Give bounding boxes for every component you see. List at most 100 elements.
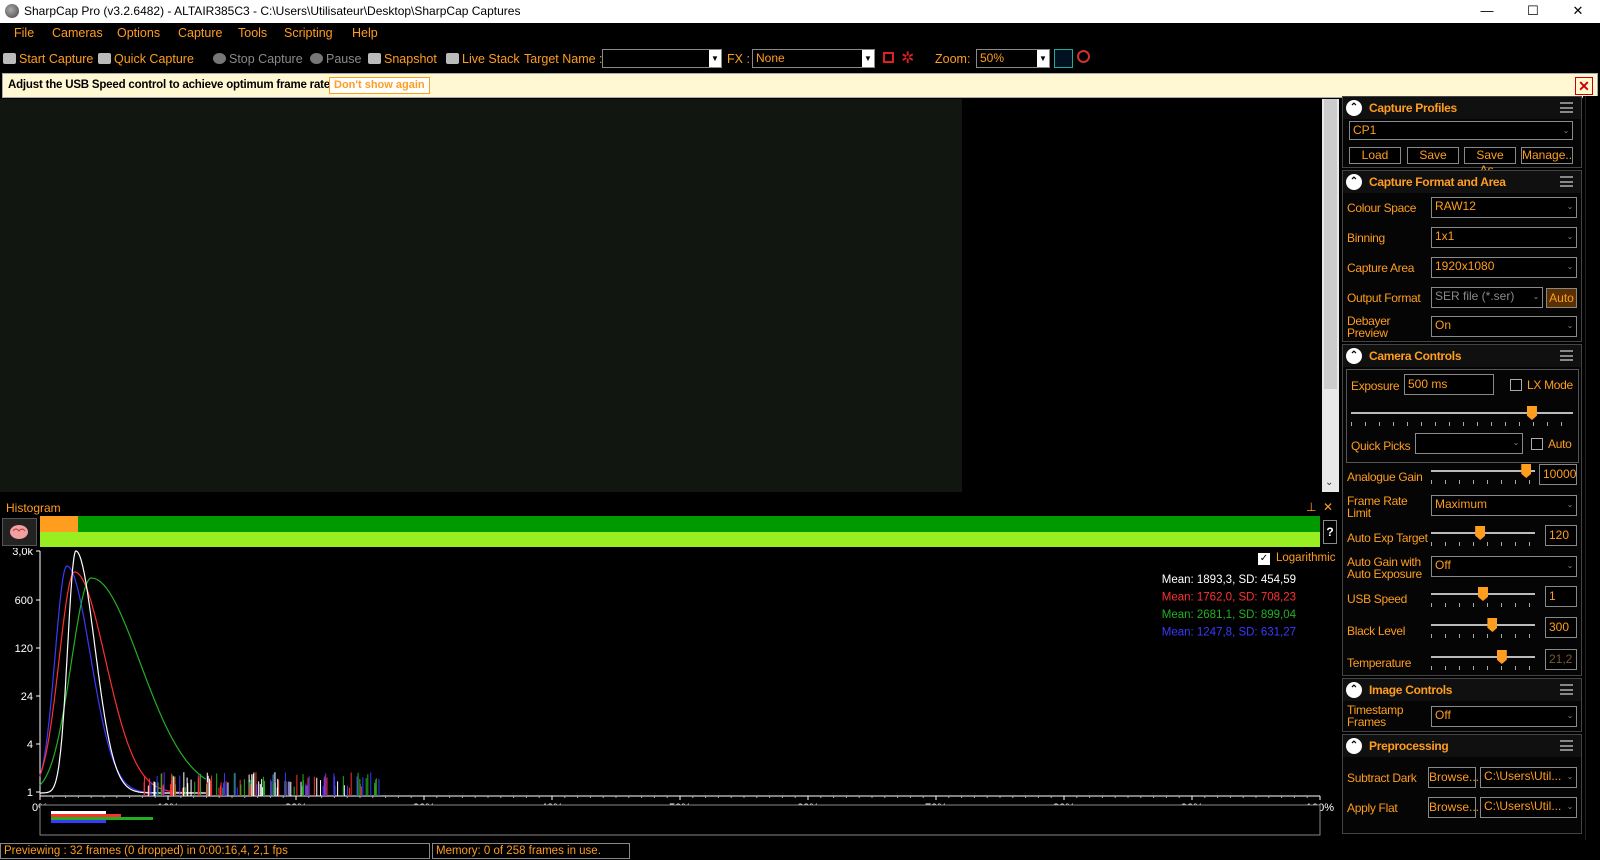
chevron-up-icon[interactable]: ⌃	[1346, 738, 1362, 754]
analogue-gain-slider[interactable]	[1431, 464, 1535, 484]
pause-button[interactable]: Pause	[310, 52, 361, 66]
exposure-slider[interactable]	[1351, 406, 1573, 426]
chevron-down-icon[interactable]: ⌄	[1564, 228, 1576, 247]
target-name-combo[interactable]: ▼	[602, 49, 722, 68]
brain-icon[interactable]	[2, 518, 37, 546]
chevron-down-icon[interactable]: ⌄	[1564, 258, 1576, 277]
chevron-down-icon[interactable]: ▼	[1037, 50, 1049, 67]
checkbox-checked-icon[interactable]: ✓	[1258, 553, 1270, 565]
menu-icon[interactable]	[1560, 102, 1573, 113]
close-notice-button[interactable]: ✕	[1575, 77, 1593, 95]
section-header[interactable]: ⌃ Camera Controls	[1343, 345, 1581, 367]
chevron-down-icon[interactable]: ⌄	[1510, 434, 1522, 453]
histogram-range-bar-top[interactable]	[40, 516, 1320, 532]
menu-cameras[interactable]: Cameras	[52, 26, 103, 40]
preview-area[interactable]	[0, 99, 1319, 492]
chevron-down-icon[interactable]: ⌄	[1564, 496, 1576, 515]
frame-rate-combo[interactable]: Maximum ⌄	[1431, 495, 1577, 516]
stop-capture-button[interactable]: Stop Capture	[213, 52, 303, 66]
histogram-selected-range[interactable]	[40, 516, 79, 532]
section-header[interactable]: ⌃ Capture Profiles	[1343, 97, 1581, 119]
slider-knob[interactable]	[1478, 587, 1488, 601]
colour-space-combo[interactable]: RAW12 ⌄	[1431, 197, 1577, 218]
profile-combo[interactable]: CP1 ⌄	[1349, 121, 1573, 140]
browse-dark-button[interactable]: Browse...	[1428, 767, 1479, 788]
usb-speed-input[interactable]: 1	[1545, 586, 1577, 607]
fx-combo[interactable]: None ▼	[752, 49, 875, 68]
minimize-button[interactable]: —	[1464, 0, 1510, 23]
output-format-combo[interactable]: SER file (*.ser) ⌄	[1431, 287, 1543, 308]
section-header[interactable]: ⌃ Capture Format and Area	[1343, 171, 1581, 193]
dont-show-again-button[interactable]: Don't show again	[329, 77, 430, 94]
save-as-button[interactable]: Save As..	[1464, 147, 1516, 177]
save-button[interactable]: Save	[1407, 147, 1459, 164]
section-header[interactable]: ⌃ Preprocessing	[1343, 735, 1581, 757]
chevron-down-icon[interactable]: ⌄	[1564, 317, 1576, 336]
histogram-range-bar-bottom[interactable]	[40, 532, 1320, 547]
analogue-gain-input[interactable]: 10000	[1539, 464, 1577, 485]
auto-exp-target-input[interactable]: 120	[1545, 525, 1577, 546]
crosshair-icon[interactable]: ✲	[901, 48, 914, 68]
close-histogram-button[interactable]: ✕	[1323, 500, 1333, 514]
usb-speed-slider[interactable]	[1431, 587, 1535, 607]
menu-icon[interactable]	[1560, 176, 1573, 187]
select-area-icon[interactable]	[883, 52, 894, 63]
histogram-toggle-icon[interactable]	[1054, 49, 1073, 68]
snapshot-button[interactable]: Snapshot	[368, 52, 437, 66]
pin-icon[interactable]: ⊥	[1306, 500, 1316, 514]
zoom-combo[interactable]: 50% ▼	[976, 49, 1050, 68]
section-header[interactable]: ⌃ Image Controls	[1343, 679, 1581, 701]
menu-icon[interactable]	[1560, 740, 1573, 751]
menu-capture[interactable]: Capture	[178, 26, 222, 40]
exposure-input[interactable]: 500 ms	[1404, 374, 1494, 395]
histogram-chart[interactable]: 3,0k60012024410%10%20%30%40%50%60%70%80%…	[0, 548, 1338, 838]
preview-vertical-scrollbar[interactable]: ⌄	[1322, 99, 1339, 492]
chevron-up-icon[interactable]: ⌃	[1346, 174, 1362, 190]
quick-picks-auto-checkbox[interactable]	[1531, 438, 1543, 450]
chevron-down-icon[interactable]: ▼	[862, 50, 874, 67]
chevron-up-icon[interactable]: ⌃	[1346, 100, 1362, 116]
dark-path-combo[interactable]: C:\Users\Util... ⌄	[1480, 767, 1577, 788]
chevron-down-icon[interactable]: ⌄	[1564, 198, 1576, 217]
binning-combo[interactable]: 1x1 ⌄	[1431, 227, 1577, 248]
slider-knob[interactable]	[1521, 464, 1532, 478]
chevron-down-icon[interactable]: ⌄	[1530, 288, 1542, 307]
auto-gain-combo[interactable]: Off ⌄	[1431, 556, 1577, 577]
chevron-down-icon[interactable]: ⌄	[1564, 798, 1576, 817]
black-level-slider[interactable]	[1431, 618, 1535, 638]
live-stack-button[interactable]: Live Stack	[446, 52, 520, 66]
maximize-button[interactable]: ☐	[1510, 0, 1556, 23]
debayer-combo[interactable]: On ⌄	[1431, 316, 1577, 337]
menu-icon[interactable]	[1560, 350, 1573, 361]
slider-knob[interactable]	[1487, 618, 1498, 632]
lx-mode-checkbox[interactable]	[1510, 379, 1522, 391]
chevron-up-icon[interactable]: ⌃	[1346, 682, 1362, 698]
chevron-down-icon[interactable]: ⌄	[1564, 768, 1576, 787]
manage-button[interactable]: Manage..	[1521, 147, 1573, 164]
start-capture-button[interactable]: Start Capture	[3, 52, 93, 66]
slider-knob[interactable]	[1526, 406, 1537, 420]
slider-knob[interactable]	[1475, 526, 1486, 540]
menu-icon[interactable]	[1560, 684, 1573, 695]
chevron-down-icon[interactable]: ⌄	[1325, 477, 1333, 488]
flat-path-combo[interactable]: C:\Users\Util... ⌄	[1480, 797, 1577, 818]
chevron-down-icon[interactable]: ⌄	[1564, 557, 1576, 576]
close-window-button[interactable]: ✕	[1555, 0, 1600, 23]
timestamp-combo[interactable]: Off ⌄	[1431, 706, 1577, 727]
quick-picks-combo[interactable]: ⌄	[1415, 433, 1523, 454]
chevron-down-icon[interactable]: ▼	[709, 50, 721, 67]
control-panel-scrollbar[interactable]	[1583, 96, 1600, 840]
auto-exp-target-slider[interactable]	[1431, 526, 1535, 546]
focus-assist-icon[interactable]	[1077, 50, 1090, 63]
scrollbar-thumb[interactable]	[1585, 96, 1598, 840]
menu-scripting[interactable]: Scripting	[284, 26, 333, 40]
menu-file[interactable]: File	[14, 26, 34, 40]
chevron-down-icon[interactable]: ⌄	[1560, 122, 1572, 139]
output-auto-button[interactable]: Auto	[1546, 288, 1577, 308]
scrollbar-thumb[interactable]	[1324, 99, 1337, 389]
capture-area-combo[interactable]: 1920x1080 ⌄	[1431, 257, 1577, 278]
chevron-down-icon[interactable]: ⌄	[1564, 707, 1576, 726]
histogram-help-button[interactable]: ?	[1323, 520, 1337, 544]
black-level-input[interactable]: 300	[1545, 617, 1577, 638]
browse-flat-button[interactable]: Browse...	[1428, 797, 1479, 818]
